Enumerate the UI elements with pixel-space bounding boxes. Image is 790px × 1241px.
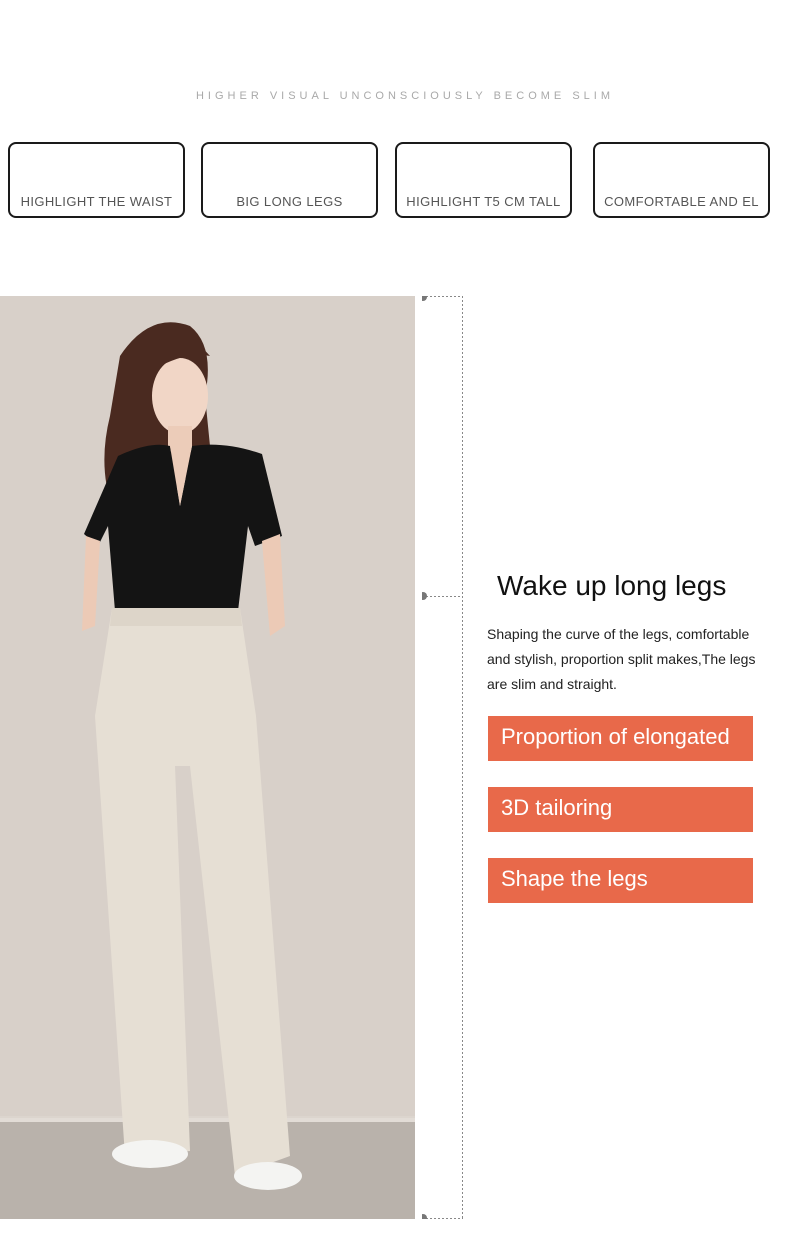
model-illustration (0, 296, 415, 1219)
marker-dot-top (422, 296, 427, 301)
feature-label: COMFORTABLE AND EL (604, 194, 759, 209)
measure-line (422, 296, 463, 1219)
marker-dot-bottom (422, 1214, 427, 1219)
tagline: HIGHER VISUAL UNCONSCIOUSLY BECOME SLIM (195, 90, 615, 102)
tag-shape-legs: Shape the legs (488, 858, 753, 903)
feature-label: BIG LONG LEGS (236, 194, 343, 209)
section-title: Wake up long legs (497, 570, 727, 601)
tag-proportion: Proportion of elongated (488, 716, 753, 761)
feature-label: HIGHLIGHT T5 CM TALL (406, 194, 561, 209)
feature-label: HIGHLIGHT THE WAIST (20, 194, 173, 209)
marker-dot-middle (422, 592, 427, 600)
model-photo (0, 296, 415, 1219)
feature-box-comfortable: COMFORTABLE AND EL (593, 142, 770, 218)
feature-box-waist: HIGHLIGHT THE WAIST (8, 142, 185, 218)
feature-box-tall: HIGHLIGHT T5 CM TALL (395, 142, 572, 218)
section-description: Shaping the curve of the legs, comfortab… (487, 626, 756, 692)
tag-3d-tailoring: 3D tailoring (488, 787, 753, 832)
feature-box-long-legs: BIG LONG LEGS (201, 142, 378, 218)
